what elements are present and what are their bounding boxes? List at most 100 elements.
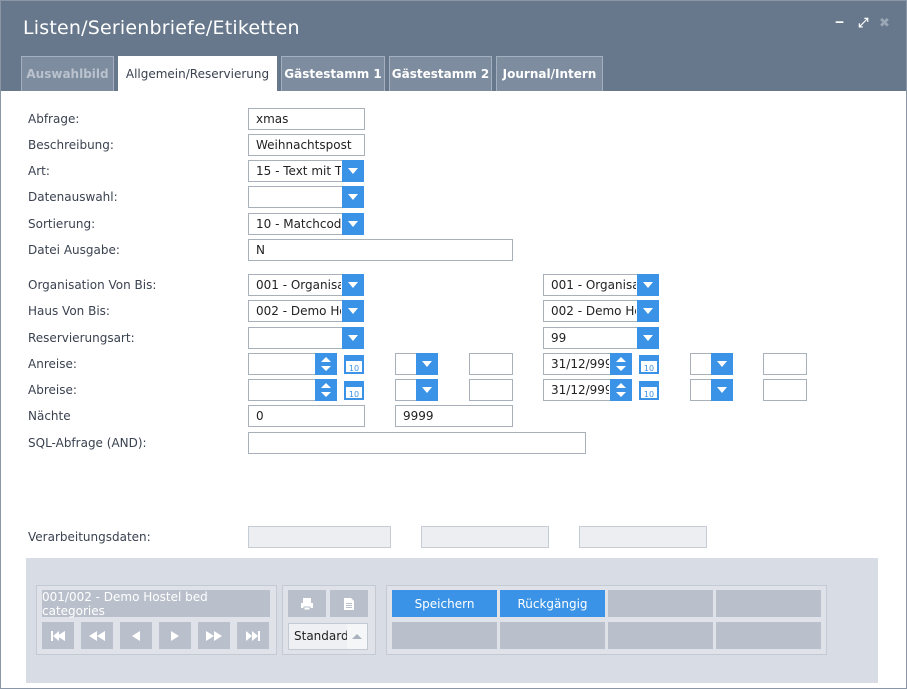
anreise-to-extra[interactable] [763,353,807,375]
spinner-icon[interactable] [315,379,337,401]
calendar-icon[interactable]: 10 [639,354,659,374]
anreise-to-date[interactable]: 31/12/9999 [543,353,632,375]
prev-page-icon[interactable] [81,622,113,649]
chevron-down-icon[interactable] [711,379,733,401]
save-button[interactable]: Speichern [392,590,497,617]
haus-from-value: 002 - Demo Hostel [256,304,341,318]
chevron-up-icon[interactable] [347,624,367,649]
title-bar: Listen/Serienbriefe/Etiketten ‒ ⤢ ✖ Ausw… [1,1,906,91]
naechte-to-input[interactable]: 9999 [395,405,513,427]
chevron-down-icon[interactable] [416,353,438,375]
reservierungsart-to-select[interactable]: 99 [543,327,659,349]
svg-text:10: 10 [349,390,359,399]
next-page-icon[interactable] [198,622,230,649]
maximize-icon[interactable]: ⤢ [858,16,868,31]
spinner-icon[interactable] [610,353,632,375]
layout-select-value: Standardliste [294,629,349,643]
empty-action-button-2 [716,590,821,617]
calendar-icon[interactable]: 10 [344,354,364,374]
verarbeitungsdaten-field-1 [248,526,391,548]
haus-to-value: 002 - Demo Hostel [551,304,636,318]
haus-from-select[interactable]: 002 - Demo Hostel [248,300,364,322]
verarbeitungsdaten-field-2 [421,526,549,548]
prev-icon[interactable] [120,622,152,649]
tab-auswahlbild[interactable]: Auswahlbild [21,56,114,91]
anreise-to-date-value: 31/12/9999 [551,357,609,371]
empty-action-button-5 [608,622,713,649]
abreise-from-date[interactable] [248,379,337,401]
abreise-to-extra[interactable] [763,379,807,401]
datei-ausgabe-label: Datei Ausgabe: [28,243,120,257]
empty-action-button-3 [392,622,497,649]
document-icon[interactable] [330,590,368,617]
tab-journal-intern[interactable]: Journal/Intern [496,56,603,91]
sql-input[interactable] [248,432,586,454]
sortierung-select[interactable]: 10 - Matchcode [248,213,364,235]
art-select-value: 15 - Text mit Trennzeichen [256,164,341,178]
abfrage-input[interactable]: xmas [248,108,365,130]
abreise-to-select[interactable] [690,379,733,401]
calendar-icon[interactable]: 10 [639,380,659,400]
chevron-down-icon[interactable] [342,213,364,235]
first-icon[interactable] [42,622,74,649]
chevron-down-icon[interactable] [637,274,659,296]
abreise-from-extra[interactable] [469,379,513,401]
layout-select[interactable]: Standardliste [288,623,368,650]
next-icon[interactable] [159,622,191,649]
beschreibung-input[interactable]: Weihnachtspost [248,134,365,156]
organisation-from-select[interactable]: 001 - Organisation [248,274,364,296]
abreise-to-date-value: 31/12/9999 [551,383,609,397]
chevron-down-icon[interactable] [637,327,659,349]
verarbeitungsdaten-field-3 [579,526,707,548]
spinner-icon[interactable] [315,353,337,375]
art-select[interactable]: 15 - Text mit Trennzeichen [248,160,364,182]
organisation-to-select[interactable]: 001 - Organisation [543,274,659,296]
svg-text:10: 10 [644,364,654,373]
window-title: Listen/Serienbriefe/Etiketten [23,17,300,39]
datei-ausgabe-input[interactable]: N [248,239,513,261]
printer-icon[interactable] [288,590,326,617]
chevron-down-icon[interactable] [711,353,733,375]
sql-label: SQL-Abfrage (AND): [28,436,147,450]
tab-gaestestamm-2[interactable]: Gästestamm 2 [389,56,492,91]
svg-text:10: 10 [349,364,359,373]
record-label-button[interactable]: 001/002 - Demo Hostel bed categories [42,590,270,618]
abreise-from-select[interactable] [395,379,438,401]
chevron-down-icon[interactable] [342,186,364,208]
reservierungsart-to-value: 99 [551,331,567,345]
chevron-down-icon[interactable] [342,300,364,322]
abreise-to-date[interactable]: 31/12/9999 [543,379,632,401]
sortierung-label: Sortierung: [28,217,96,231]
tab-gaestestamm-1[interactable]: Gästestamm 1 [281,56,385,91]
chevron-down-icon[interactable] [416,379,438,401]
anreise-from-extra[interactable] [469,353,513,375]
empty-action-button-1 [608,590,713,617]
haus-label: Haus Von Bis: [28,304,110,318]
spinner-icon[interactable] [610,379,632,401]
sortierung-select-value: 10 - Matchcode [256,217,341,231]
last-icon[interactable] [237,622,269,649]
svg-text:10: 10 [644,390,654,399]
anreise-to-select[interactable] [690,353,733,375]
reservierungsart-from-select[interactable] [248,327,364,349]
haus-to-select[interactable]: 002 - Demo Hostel [543,300,659,322]
undo-button[interactable]: Rückgängig [500,590,605,617]
chevron-down-icon[interactable] [342,327,364,349]
art-label: Art: [28,164,50,178]
organisation-to-value: 001 - Organisation [551,278,636,292]
minimize-icon[interactable]: ‒ [835,15,844,30]
datenauswahl-label: Datenauswahl: [28,190,118,204]
anreise-label: Anreise: [28,357,77,371]
verarbeitungsdaten-label: Verarbeitungsdaten: [28,530,151,544]
naechte-from-input[interactable]: 0 [248,405,365,427]
chevron-down-icon[interactable] [342,274,364,296]
close-icon[interactable]: ✖ [879,16,890,31]
main-window: Listen/Serienbriefe/Etiketten ‒ ⤢ ✖ Ausw… [0,0,907,689]
chevron-down-icon[interactable] [342,160,364,182]
datenauswahl-select[interactable] [248,186,364,208]
anreise-from-date[interactable] [248,353,337,375]
tab-allgemein-reservierung[interactable]: Allgemein/Reservierung [118,56,277,91]
chevron-down-icon[interactable] [637,300,659,322]
anreise-from-select[interactable] [395,353,438,375]
calendar-icon[interactable]: 10 [344,380,364,400]
